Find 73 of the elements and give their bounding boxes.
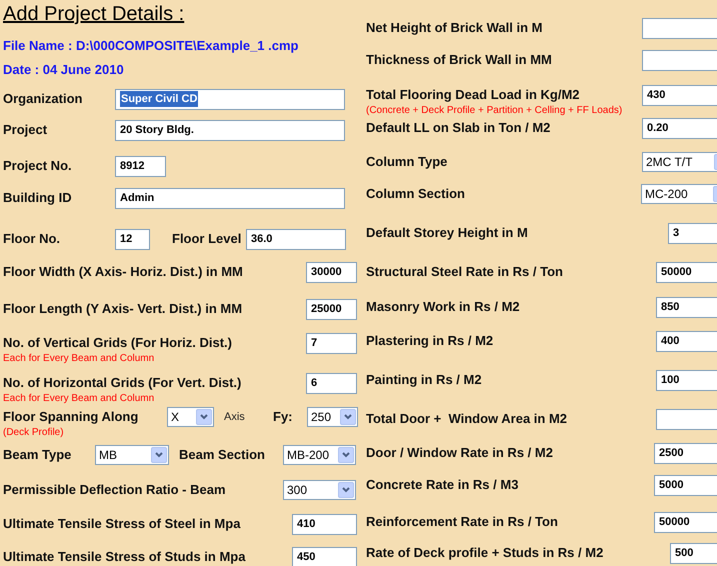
dropdown-field[interactable]: X	[167, 407, 214, 427]
field-label: Structural Steel Rate in Rs / Ton	[366, 263, 564, 282]
axis-label: Axis	[224, 410, 246, 425]
text-field[interactable]: 6	[306, 372, 357, 394]
text-field[interactable]: 50000	[654, 512, 717, 532]
field-label: Floor Length (Y Axis- Vert. Dist.) in MM	[3, 300, 244, 318]
text-field[interactable]: 20 Story Bldg.	[115, 120, 345, 140]
text-field[interactable]: 2500	[654, 442, 717, 464]
text-field[interactable]: 850	[656, 296, 717, 318]
field-label: Concrete Rate in Rs / M3	[366, 476, 520, 494]
field-label: Column Type	[366, 153, 448, 172]
dropdown-field[interactable]: 250	[307, 407, 358, 427]
field-label: Floor No.	[3, 230, 62, 248]
text-field[interactable]: 410	[292, 514, 357, 534]
field-label: Fy:	[273, 408, 294, 426]
text-field[interactable]: 5000	[654, 474, 717, 496]
dropdown-field[interactable]: MB	[95, 445, 169, 465]
field-note: (Concrete + Deck Profile + Partition + Celling + FF Loads)	[366, 105, 622, 117]
field-label: Plastering in Rs / M2	[366, 332, 494, 350]
field-label: No. of Horizontal Grids (For Vert. Dist.)	[3, 374, 242, 392]
field-note: Each for Every Beam and Column	[3, 393, 154, 405]
field-label: Building ID	[3, 189, 73, 208]
dropdown-field[interactable]: 2MC T/T	[642, 152, 717, 172]
text-field[interactable]: 50000	[656, 262, 717, 282]
field-label: Reinforcement Rate in Rs / Ton	[366, 513, 559, 532]
field-label: Ultimate Tensile Stress of Steel in Mpa	[3, 515, 242, 534]
field-note: Each for Every Beam and Column	[3, 353, 154, 365]
field-label: Total Door + Window Area in M2	[366, 410, 568, 428]
field-label: Total Flooring Dead Load in Kg/M2	[366, 86, 581, 104]
text-field[interactable]	[642, 18, 717, 38]
field-label: Painting in Rs / M2	[366, 371, 483, 390]
text-field[interactable]: 500	[670, 542, 717, 564]
field-label: Masonry Work in Rs / M2	[366, 298, 521, 316]
field-label: No. of Vertical Grids (For Horiz. Dist.)	[3, 334, 233, 352]
date-text: Date : 04 June 2010	[3, 61, 124, 80]
field-label: Default LL on Slab in Ton / M2	[366, 119, 552, 138]
field-label: Ultimate Tensile Stress of Studs in Mpa	[3, 548, 246, 566]
dropdown-field[interactable]: 300	[283, 480, 356, 500]
dropdown-field[interactable]: MC-200	[641, 184, 717, 204]
page-title: Add Project Details :	[3, 2, 184, 27]
field-label: Default Storey Height in M	[366, 224, 529, 242]
text-field[interactable]: 430	[642, 84, 717, 106]
text-field[interactable]: Admin	[115, 188, 345, 208]
field-label: Rate of Deck profile + Studs in Rs / M2	[366, 544, 604, 562]
field-label: Project	[3, 121, 48, 140]
text-field[interactable]: 25000	[306, 298, 357, 320]
text-field[interactable]: 12	[115, 228, 150, 250]
text-field[interactable]: 3	[668, 222, 717, 244]
text-field[interactable]: 36.0	[246, 228, 346, 250]
field-label: Project No.	[3, 157, 73, 176]
field-label: Permissible Deflection Ratio - Beam	[3, 481, 227, 500]
text-field[interactable]: 450	[292, 546, 357, 566]
field-note: (Deck Profile)	[3, 427, 64, 439]
text-field[interactable]: Super Civil CD	[115, 88, 345, 110]
text-field[interactable]: 8912	[115, 156, 166, 176]
text-field[interactable]: 7	[306, 332, 357, 354]
text-field[interactable]: 30000	[306, 262, 357, 282]
text-field[interactable]: 400	[656, 330, 717, 352]
field-label: Door / Window Rate in Rs / M2	[366, 444, 554, 462]
field-label: Column Section	[366, 185, 466, 204]
field-label: Beam Section	[179, 446, 266, 464]
text-field[interactable]: 0.20	[642, 118, 717, 138]
text-field[interactable]: 100	[656, 370, 717, 390]
field-label: Floor Spanning Along	[3, 408, 140, 426]
field-label: Organization	[3, 90, 84, 108]
field-label: Floor Level	[172, 230, 242, 248]
dropdown-field[interactable]: MB-200	[283, 445, 356, 465]
file-name: File Name : D:\000COMPOSITE\Example_1 .cmp	[3, 37, 298, 56]
field-label: Floor Width (X Axis- Horiz. Dist.) in MM	[3, 263, 244, 282]
field-label: Beam Type	[3, 446, 72, 464]
field-label: Thickness of Brick Wall in MM	[366, 51, 553, 70]
text-field[interactable]	[642, 50, 717, 70]
field-label: Net Height of Brick Wall in M	[366, 19, 544, 38]
